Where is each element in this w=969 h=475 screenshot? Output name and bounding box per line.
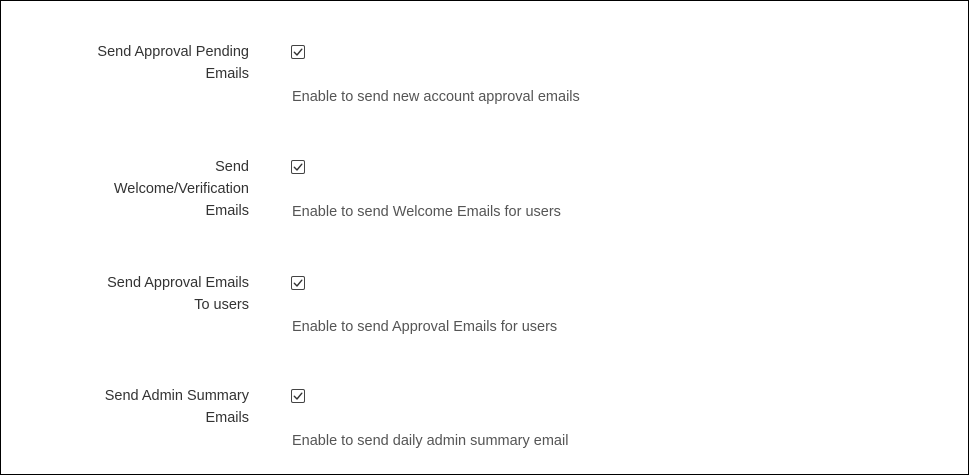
setting-description: Enable to send Welcome Emails for users xyxy=(292,204,561,220)
setting-description: Enable to send Approval Emails for users xyxy=(292,319,558,335)
setting-label: Send Admin Summary Emails xyxy=(104,388,249,426)
email-settings-panel: Send Approval Pending Emails Enable to s… xyxy=(0,0,969,475)
admin-summary-checkbox[interactable] xyxy=(291,389,305,403)
check-icon xyxy=(293,163,303,171)
setting-label: Send Approval Pending Emails xyxy=(97,44,249,82)
check-icon xyxy=(293,279,303,287)
setting-description: Enable to send daily admin summary email xyxy=(292,433,569,449)
welcome-verification-checkbox[interactable] xyxy=(291,160,305,174)
check-icon xyxy=(293,392,303,400)
setting-label: Send Approval Emails To users xyxy=(107,275,249,313)
check-icon xyxy=(293,48,303,56)
approval-pending-checkbox[interactable] xyxy=(291,45,305,59)
setting-description: Enable to send new account approval emai… xyxy=(292,89,580,105)
setting-label: Send Welcome/Verification Emails xyxy=(113,159,249,219)
approval-to-users-checkbox[interactable] xyxy=(291,276,305,290)
